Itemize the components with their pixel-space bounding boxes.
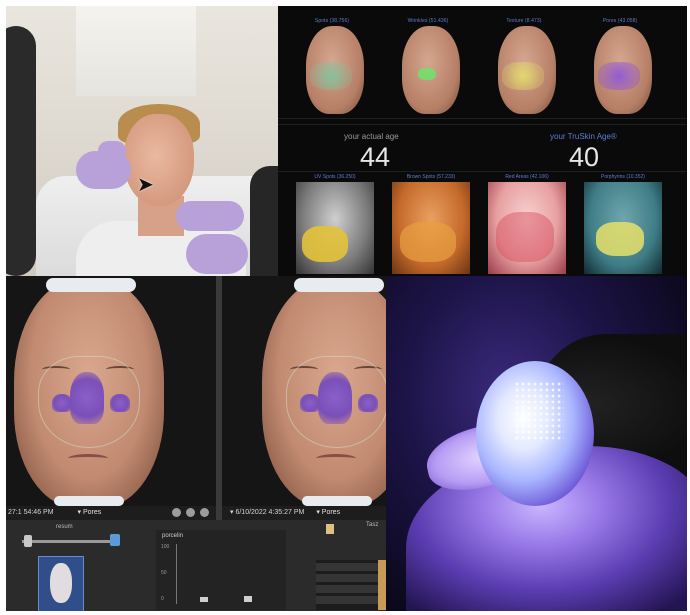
- view-mode-dropdown-before[interactable]: ▾ Pores: [77, 509, 101, 516]
- chevron-down-icon[interactable]: ▾: [230, 509, 234, 516]
- bottom-toolbar: resum porcelin 100 50 0 Tasz: [6, 520, 386, 611]
- view-mode-dropdown-after[interactable]: ▾ Pores: [316, 509, 340, 516]
- thumb-label: Spots (38.756): [314, 18, 350, 24]
- pores-overlay-cheek: [52, 394, 72, 412]
- map-overlay: [496, 212, 554, 262]
- face-view-after[interactable]: [222, 276, 386, 506]
- pores-overlay-cheek: [300, 394, 320, 412]
- map-overlay: [400, 222, 456, 262]
- panel-left-label: resum: [56, 524, 73, 530]
- divider: [278, 124, 687, 125]
- thumb-label: Texture (8.473): [506, 18, 542, 24]
- thumb-spots[interactable]: Spots (38.756): [296, 14, 368, 114]
- led-therapy-photo: [386, 276, 687, 611]
- pores-overlay: [70, 372, 104, 424]
- mini-chart: porcelin 100 50 0: [156, 530, 286, 610]
- led-bulbs: [514, 381, 564, 441]
- cursor-arrow-icon: ➤: [137, 172, 154, 196]
- timestamp-before: 27:1 54:46 PM: [8, 509, 54, 516]
- chart-bar: [200, 597, 208, 602]
- headband: [46, 278, 136, 292]
- glove-hand-cheek: [98, 141, 126, 161]
- texture-overlay: [502, 62, 544, 90]
- practitioner-left: [6, 26, 36, 276]
- clinic-photo: ➤: [6, 6, 278, 276]
- chin-rest: [54, 496, 124, 506]
- mouth: [316, 454, 356, 463]
- chart-tick: 100: [161, 544, 170, 550]
- thumb-wrinkles[interactable]: Wrinkles (51.436): [392, 14, 464, 114]
- patient-face: [124, 114, 194, 206]
- map-overlay: [302, 226, 348, 262]
- timestamp-bar-before: 27:1 54:46 PM ▾ Pores: [6, 506, 216, 520]
- settings-icon[interactable]: [172, 508, 181, 517]
- compare-icon[interactable]: [186, 508, 195, 517]
- truskin-age-value: 40: [569, 142, 600, 172]
- map-label: Brown Spots (57.233): [406, 174, 456, 180]
- table-row[interactable]: [316, 563, 386, 571]
- divider: [278, 118, 687, 119]
- pores-overlay: [598, 62, 640, 90]
- map-overlay: [596, 222, 644, 256]
- thumb-pores[interactable]: Pores (43.058): [584, 14, 656, 114]
- thumb-label: Pores (43.058): [602, 18, 638, 24]
- pores-overlay-cheek: [110, 394, 130, 412]
- map-label: Red Areas (42.106): [505, 174, 549, 180]
- view-mode-value: Pores: [82, 509, 102, 516]
- skin-analysis-dashboard: Spots (38.756) Wrinkles (51.436) Texture…: [278, 6, 687, 276]
- practitioner-right: [250, 166, 278, 276]
- map-porphyrins[interactable]: Porphyrins (10.352): [584, 174, 662, 274]
- divider: [278, 171, 687, 172]
- mouth: [68, 454, 108, 463]
- clinic-window: [76, 6, 196, 96]
- spots-overlay: [310, 62, 352, 90]
- pores-overlay: [318, 372, 352, 424]
- map-uv-spots[interactable]: UV Spots (36.250): [296, 174, 374, 274]
- calendar-icon[interactable]: [110, 534, 120, 546]
- map-red-areas[interactable]: Red Areas (42.106): [488, 174, 566, 274]
- slider-track[interactable]: [22, 540, 112, 543]
- thumbnail-face: [50, 563, 72, 603]
- map-label: UV Spots (36.250): [314, 174, 356, 180]
- map-label: Porphyrins (10.352): [601, 174, 645, 180]
- thumb-label: Wrinkles (51.436): [407, 18, 449, 24]
- panel-right-label: Tasz: [366, 522, 379, 528]
- headband: [294, 278, 384, 292]
- wrinkles-overlay: [418, 68, 436, 80]
- chin-rest: [302, 496, 372, 506]
- table-row[interactable]: [316, 574, 386, 582]
- truskin-age-label: your TruSkin Age®: [550, 132, 617, 141]
- thumb-texture[interactable]: Texture (8.473): [488, 14, 560, 114]
- chart-tick: 0: [161, 596, 164, 602]
- glove-right: [176, 201, 244, 231]
- slider-icon[interactable]: [24, 535, 32, 547]
- close-icon[interactable]: [200, 508, 209, 517]
- results-table: [316, 560, 386, 610]
- chart-title: porcelin: [162, 533, 184, 539]
- timestamp-after: 6/10/2022 4:35:27 PM: [235, 509, 305, 516]
- notes-icon[interactable]: [326, 524, 334, 534]
- glove-bottom: [186, 234, 248, 274]
- actual-age-label: your actual age: [344, 132, 399, 141]
- side-tab[interactable]: [378, 560, 386, 610]
- chart-axis: [176, 544, 177, 604]
- actual-age-value: 44: [360, 142, 391, 172]
- patient-thumbnail[interactable]: [38, 556, 84, 611]
- face-view-before[interactable]: [6, 276, 216, 506]
- table-row[interactable]: [316, 585, 386, 593]
- chart-tick: 50: [161, 570, 167, 576]
- table-row[interactable]: [316, 596, 386, 604]
- pores-overlay-cheek: [358, 394, 378, 412]
- map-brown-spots[interactable]: Brown Spots (57.233): [392, 174, 470, 274]
- face-comparison-app: 27:1 54:46 PM ▾ Pores ▾ 6/10/2022 4:35:2…: [6, 276, 386, 611]
- chart-bar: [244, 596, 252, 602]
- view-mode-value: Pores: [321, 509, 341, 516]
